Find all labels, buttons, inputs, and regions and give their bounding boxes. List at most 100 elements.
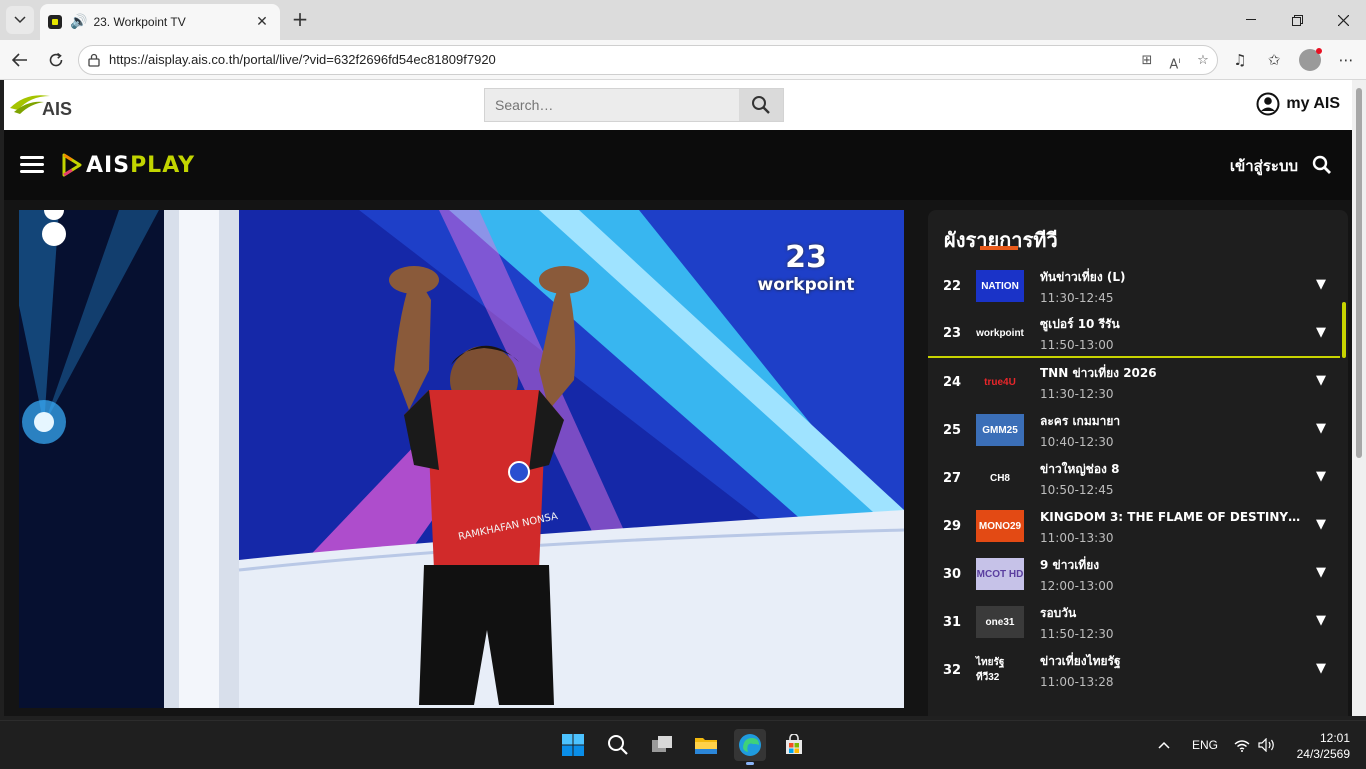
- chevron-down-icon: [14, 16, 26, 24]
- read-aloud-icon[interactable]: Aı: [1165, 51, 1185, 72]
- program-time: 10:50-12:45: [1040, 482, 1114, 497]
- channel-logo: true4U: [976, 366, 1024, 398]
- channel-logo: ไทยรัฐทีวี32: [976, 654, 1024, 686]
- program-info: ซูเปอร์ 10 รีรัน 11:50-13:00: [1040, 315, 1302, 352]
- task-view-button[interactable]: [646, 729, 678, 761]
- program-time: 11:00-13:28: [1040, 674, 1114, 689]
- channel-row[interactable]: 32 ไทยรัฐทีวี32 ข่าวเที่ยงไทยรัฐ 11:00-13:2…: [928, 646, 1340, 694]
- favorite-star-icon[interactable]: ☆: [1193, 51, 1213, 71]
- nav-search-icon[interactable]: [1312, 155, 1332, 175]
- schedule-scrollbar[interactable]: [1342, 302, 1346, 358]
- video-player[interactable]: RAMKHAFAN NONSA 23 workpoint: [19, 210, 904, 708]
- channel-row[interactable]: 29 MONO29 KINGDOM 3: THE FLAME OF DESTINY …: [928, 502, 1340, 550]
- channel-row[interactable]: 24 true4U TNN ข่าวเที่ยง 2026 11:30-12:30 ▼: [928, 358, 1340, 406]
- close-icon: [1337, 14, 1349, 26]
- edge-icon: [739, 734, 761, 756]
- show-hidden-icons[interactable]: [1158, 721, 1170, 769]
- close-window-button[interactable]: [1320, 0, 1366, 40]
- edge-browser-button[interactable]: [734, 729, 766, 765]
- search-button[interactable]: [739, 89, 783, 121]
- channel-number: 32: [942, 662, 962, 678]
- page-scrollbar[interactable]: [1352, 80, 1366, 716]
- expand-arrow-icon[interactable]: ▼: [1316, 469, 1326, 484]
- restore-button[interactable]: [1274, 0, 1320, 40]
- channel-logo-text: one31: [985, 616, 1015, 628]
- channel-row[interactable]: 22 NATION ทันข่าวเที่ยง (L) 11:30-12:45 ▼: [928, 262, 1340, 310]
- more-menu-icon[interactable]: ⋯: [1332, 46, 1360, 74]
- favicon-icon: [48, 15, 62, 29]
- expand-arrow-icon[interactable]: ▼: [1316, 325, 1326, 340]
- program-time: 11:00-13:30: [1040, 530, 1114, 545]
- volume-icon[interactable]: [1258, 721, 1276, 769]
- channel-logo: NATION: [976, 270, 1024, 302]
- browser-tab[interactable]: 🔊 23. Workpoint TV ✕: [40, 4, 280, 40]
- refresh-button[interactable]: [42, 46, 70, 74]
- wifi-icon[interactable]: [1234, 721, 1250, 769]
- expand-arrow-icon[interactable]: ▼: [1316, 373, 1326, 388]
- store-icon: [786, 734, 802, 754]
- login-link[interactable]: เข้าสู่ระบบ: [1230, 154, 1298, 178]
- expand-arrow-icon[interactable]: ▼: [1316, 565, 1326, 580]
- input-language[interactable]: ENG: [1192, 721, 1218, 769]
- program-title: TNN ข่าวเที่ยง 2026: [1040, 365, 1157, 380]
- clock-time: 12:01: [1319, 731, 1350, 745]
- expand-arrow-icon[interactable]: ▼: [1316, 661, 1326, 676]
- search-input[interactable]: [485, 89, 739, 121]
- microsoft-store-button[interactable]: [778, 729, 810, 761]
- program-info: รอบวัน 11:50-12:30: [1040, 604, 1302, 641]
- program-time: 12:00-13:00: [1040, 578, 1114, 593]
- expand-arrow-icon[interactable]: ▼: [1316, 517, 1326, 532]
- prev-channel-logo-peek: [980, 246, 1018, 250]
- channel-logo-text: GMM25: [982, 424, 1018, 436]
- tv-schedule-panel: ผังรายการทีวี 22 NATION ทันข่าวเที่ยง (L) 1…: [928, 210, 1348, 716]
- channel-logo-text: NATION: [981, 280, 1019, 292]
- program-info: ข่าวเที่ยงไทยรัฐ 11:00-13:28: [1040, 652, 1302, 689]
- profile-button[interactable]: [1296, 46, 1324, 74]
- music-icon[interactable]: ♫: [1226, 46, 1254, 74]
- ais-logo[interactable]: AIS: [8, 88, 78, 122]
- aisplay-logo[interactable]: AIS PLAY: [62, 152, 195, 178]
- channel-row[interactable]: 30 MCOT HD 9 ข่าวเที่ยง 12:00-13:00 ▼: [928, 550, 1340, 598]
- tab-list-button[interactable]: [6, 6, 34, 34]
- channel-row[interactable]: 23 workpoint ซูเปอร์ 10 รีรัน 11:50-13:00 ▼: [928, 310, 1340, 358]
- back-button[interactable]: [6, 46, 34, 74]
- program-info: ทันข่าวเที่ยง (L) 11:30-12:45: [1040, 268, 1302, 305]
- my-ais-link[interactable]: my AIS: [1256, 92, 1340, 116]
- minimize-button[interactable]: [1228, 0, 1274, 40]
- system-clock[interactable]: 12:01 24/3/2569: [1297, 730, 1350, 762]
- start-button[interactable]: [557, 729, 589, 761]
- ais-brand-text: AIS: [42, 99, 73, 119]
- channel-row[interactable]: 27 CH8 ข่าวใหญ่ช่อง 8 10:50-12:45 ▼: [928, 454, 1340, 502]
- file-explorer-button[interactable]: [690, 729, 722, 761]
- address-bar[interactable]: https://aisplay.ais.co.th/portal/live/?v…: [78, 45, 1218, 75]
- expand-arrow-icon[interactable]: ▼: [1316, 421, 1326, 436]
- taskbar-search-button[interactable]: [602, 729, 634, 761]
- expand-arrow-icon[interactable]: ▼: [1316, 613, 1326, 628]
- channel-number: 29: [942, 518, 962, 534]
- favorites-icon[interactable]: ✩: [1260, 46, 1288, 74]
- task-view-icon: [652, 736, 672, 752]
- channel-logo: CH8: [976, 462, 1024, 494]
- program-title: รอบวัน: [1040, 605, 1077, 620]
- program-time: 10:40-12:30: [1040, 434, 1114, 449]
- program-info: 9 ข่าวเที่ยง 12:00-13:00: [1040, 556, 1302, 593]
- program-time: 11:50-12:30: [1040, 626, 1114, 641]
- program-title: ข่าวใหญ่ช่อง 8: [1040, 461, 1120, 476]
- windows-logo-icon: [562, 734, 584, 756]
- expand-arrow-icon[interactable]: ▼: [1316, 277, 1326, 292]
- refresh-icon: [49, 52, 63, 67]
- channel-row[interactable]: 25 GMM25 ละคร เกมมายา 10:40-12:30 ▼: [928, 406, 1340, 454]
- avatar: [1299, 48, 1322, 71]
- speaker-icon[interactable]: 🔊: [70, 14, 87, 30]
- hamburger-menu-icon[interactable]: [20, 156, 44, 174]
- lock-icon[interactable]: [87, 53, 101, 67]
- app-available-icon[interactable]: ⊞: [1137, 51, 1157, 71]
- channel-logo-text: MONO29: [978, 520, 1022, 532]
- close-tab-icon[interactable]: ✕: [252, 14, 272, 30]
- aisplay-text-a: AIS: [86, 152, 131, 178]
- new-tab-button[interactable]: +: [288, 8, 312, 32]
- channel-row[interactable]: 31 one31 รอบวัน 11:50-12:30 ▼: [928, 598, 1340, 646]
- url-text[interactable]: https://aisplay.ais.co.th/portal/live/?v…: [109, 52, 496, 67]
- page-scrollbar-thumb[interactable]: [1356, 88, 1362, 458]
- channel-logo-text: CH8: [989, 472, 1010, 484]
